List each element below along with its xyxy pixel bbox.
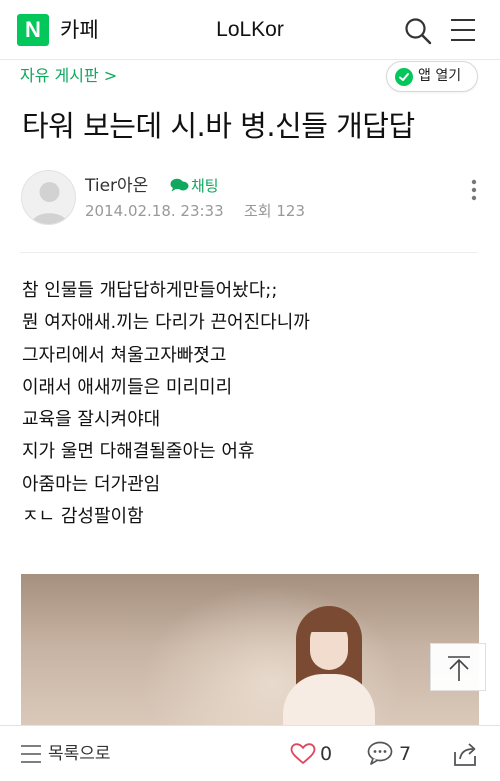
comment-count: 7 bbox=[399, 743, 412, 765]
body-line: 교육을 잘시켜야대 bbox=[22, 409, 161, 431]
bottom-action-bar: 목록으로 0 7 bbox=[0, 725, 500, 781]
divider bbox=[20, 252, 478, 253]
app-logo-icon bbox=[395, 68, 413, 86]
menu-icon[interactable] bbox=[450, 18, 476, 42]
post-date: 2014.02.18. 23:33 bbox=[85, 202, 224, 220]
chat-button[interactable]: 채팅 bbox=[170, 174, 219, 198]
default-user-icon bbox=[30, 182, 69, 224]
back-to-list-button[interactable]: 목록으로 bbox=[20, 726, 111, 781]
body-line: 뭔 여자애새.끼는 다리가 끈어진다니까 bbox=[22, 312, 310, 334]
post-image[interactable] bbox=[21, 574, 479, 734]
like-count: 0 bbox=[320, 743, 333, 765]
list-label: 목록으로 bbox=[48, 744, 111, 764]
board-breadcrumb-link[interactable]: 자유 게시판 > bbox=[20, 64, 117, 88]
avatar[interactable] bbox=[21, 170, 76, 225]
arrow-up-icon bbox=[448, 656, 470, 681]
post-body: 참 인물들 개답답하게만들어놨다;; 뭔 여자애새.끼는 다리가 끈어진다니까 … bbox=[22, 275, 482, 533]
body-line: 이래서 애새끼들은 미리미리 bbox=[22, 376, 233, 398]
author-name[interactable]: Tier아온 bbox=[85, 174, 148, 198]
list-icon bbox=[21, 745, 41, 763]
comment-button[interactable]: 7 bbox=[367, 726, 411, 781]
naver-logo[interactable]: N bbox=[17, 14, 49, 46]
comment-icon bbox=[367, 741, 393, 765]
chat-icon bbox=[170, 178, 189, 192]
view-count: 조회 123 bbox=[244, 202, 305, 220]
body-line: 지가 울면 다해결될줄아는 어휴 bbox=[22, 441, 255, 463]
cafe-label[interactable]: 카페 bbox=[60, 14, 99, 46]
heart-icon bbox=[290, 743, 316, 765]
open-app-label: 앱 열기 bbox=[418, 68, 462, 84]
post-title: 타워 보는데 시.바 병.신들 개답답 bbox=[22, 109, 415, 143]
search-icon[interactable] bbox=[404, 17, 432, 45]
top-header: N 카페 LoLKor bbox=[0, 0, 500, 60]
body-line: ㅈㄴ 감성팔이함 bbox=[22, 506, 144, 528]
share-icon[interactable] bbox=[451, 740, 479, 768]
body-line: 그자리에서 쳐울고자빠졋고 bbox=[22, 344, 227, 366]
like-button[interactable]: 0 bbox=[290, 726, 332, 781]
body-line: 아줌마는 더가관임 bbox=[22, 473, 161, 495]
scroll-to-top-button[interactable] bbox=[430, 643, 486, 691]
more-options-icon[interactable] bbox=[470, 178, 478, 202]
cafe-name-title[interactable]: LoLKor bbox=[150, 14, 350, 46]
open-app-button[interactable]: 앱 열기 bbox=[386, 61, 478, 92]
body-line: 참 인물들 개답답하게만들어놨다;; bbox=[22, 280, 278, 301]
chat-label: 채팅 bbox=[191, 177, 219, 195]
